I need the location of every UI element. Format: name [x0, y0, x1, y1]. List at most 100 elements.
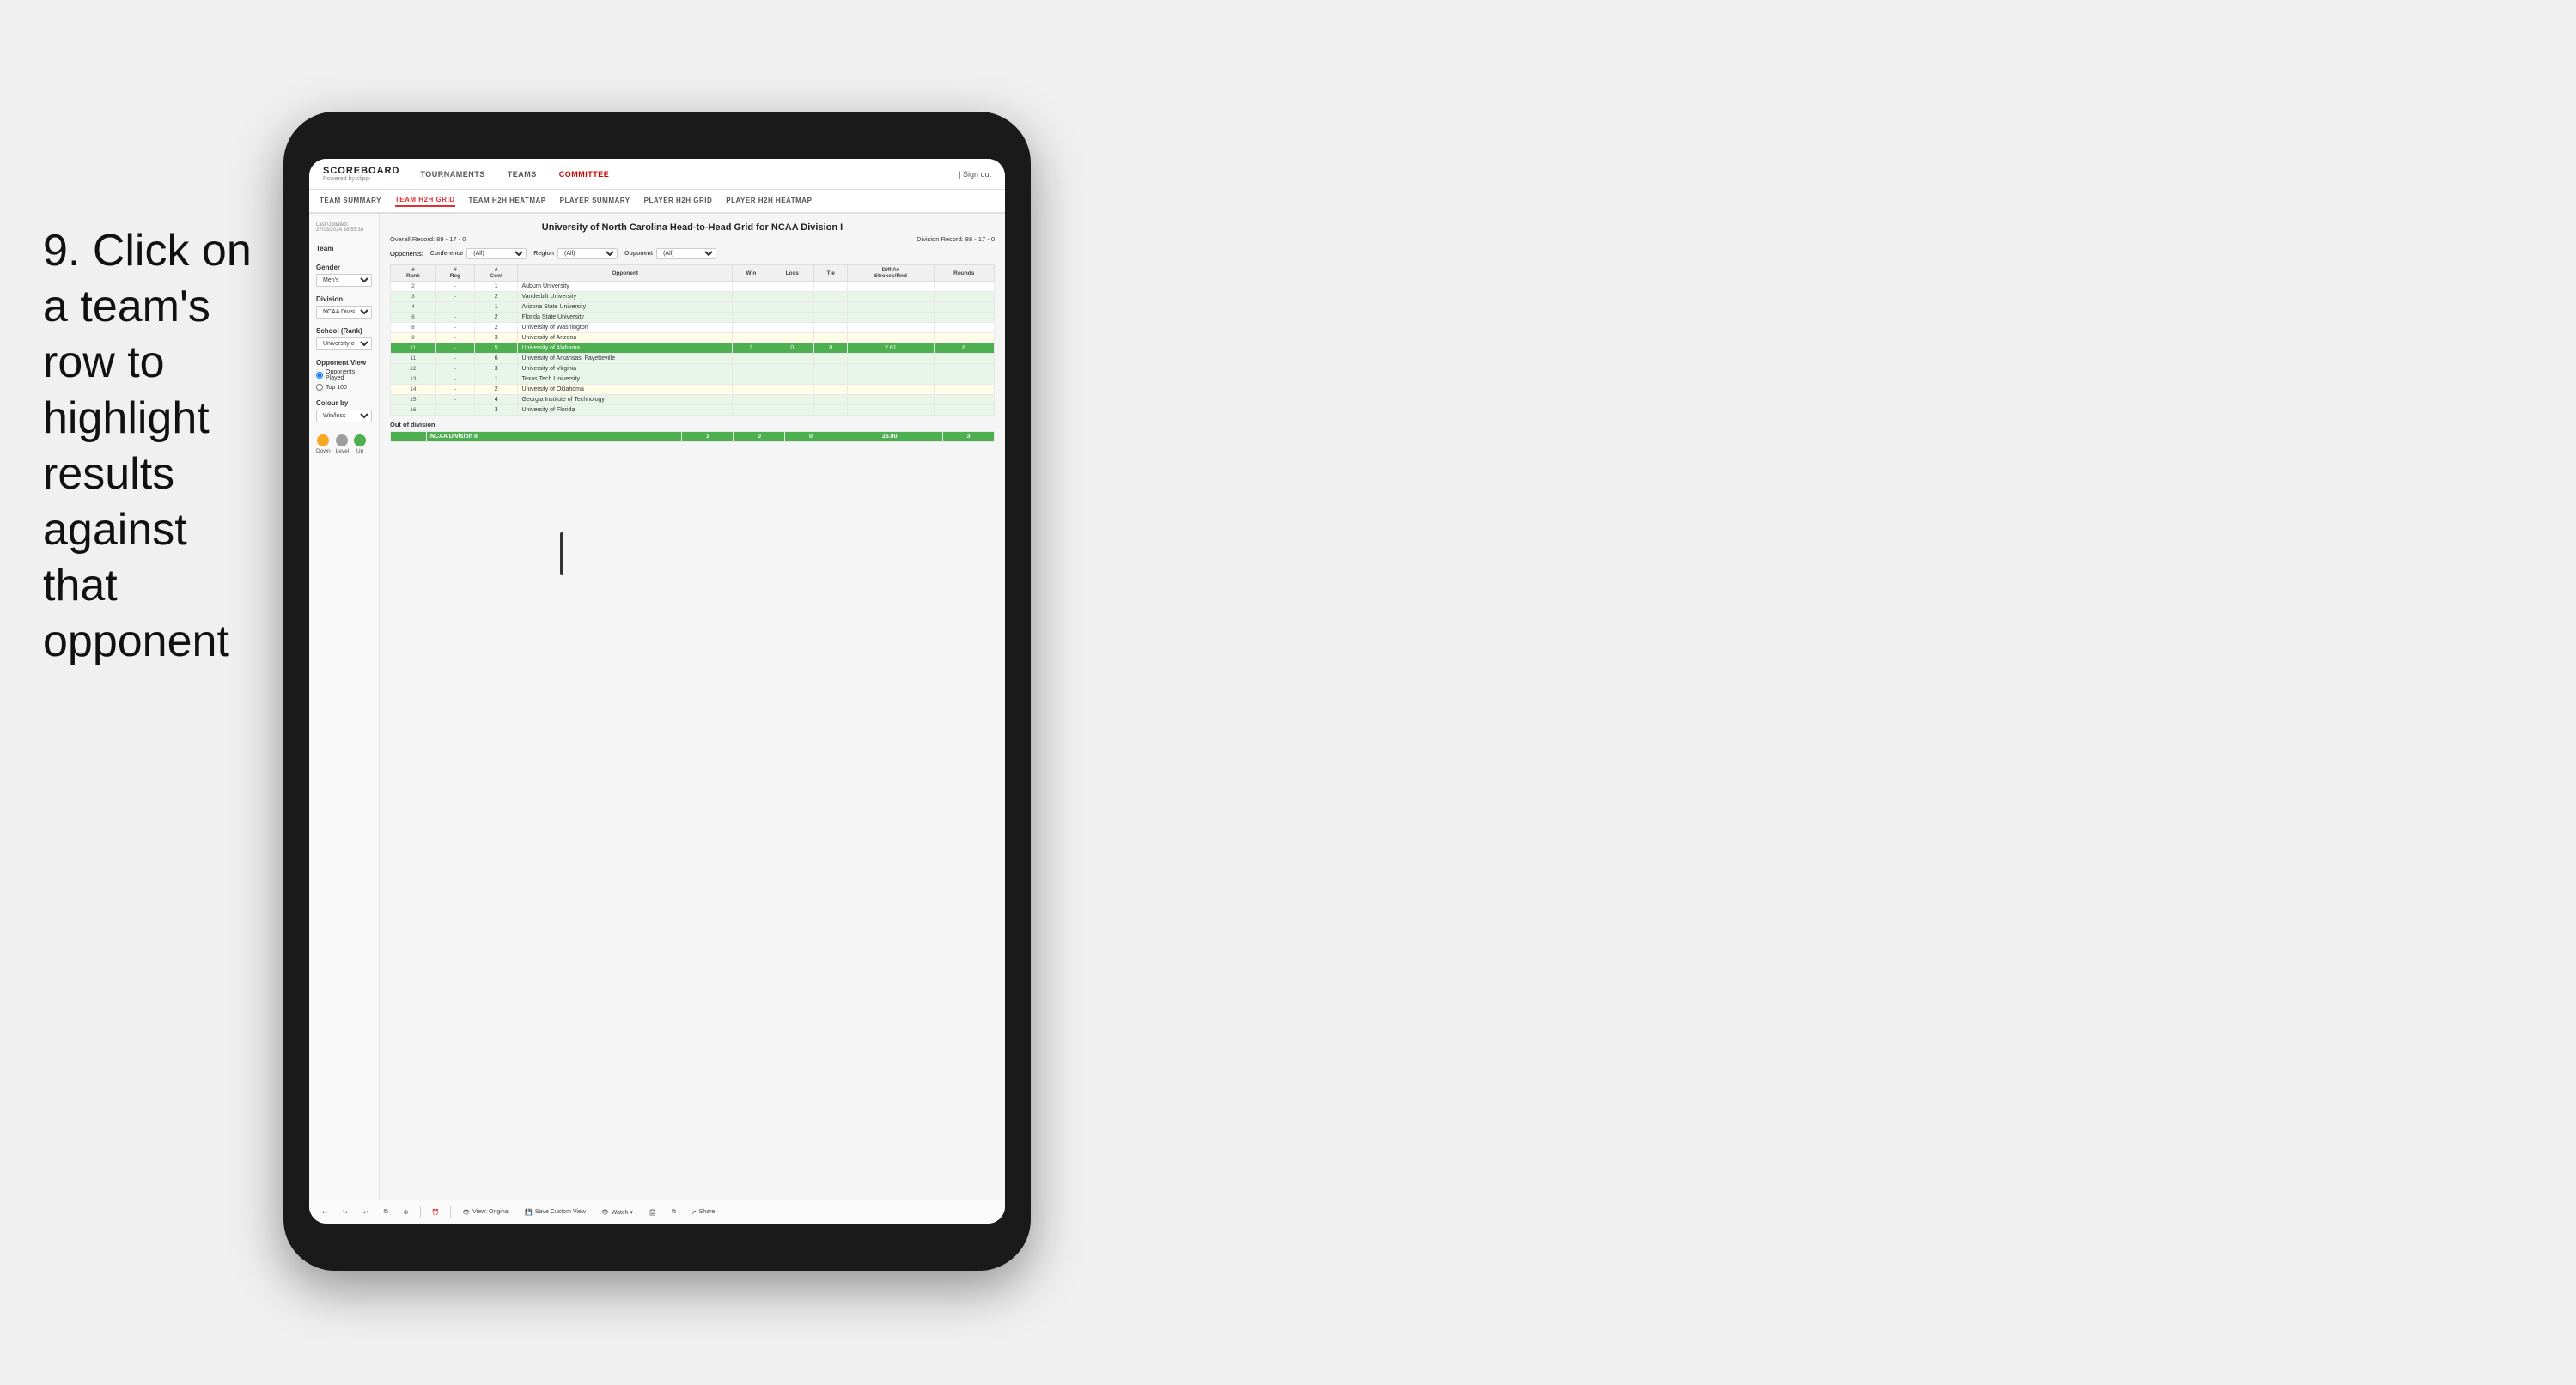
watch-btn[interactable]: 👁 Watch ▾ [597, 1207, 637, 1218]
opponent-select[interactable]: (All) [656, 248, 716, 259]
toolbar-sep1 [420, 1206, 421, 1218]
table-header-row: #Rank #Reg #Conf Opponent Win Loss Tie D… [391, 265, 995, 282]
out-div-label-cell [391, 432, 427, 442]
tab-player-h2h-grid[interactable]: PLAYER H2H GRID [644, 197, 713, 206]
paste-btn[interactable]: ⊕ [399, 1207, 413, 1218]
nav-committee[interactable]: COMMITTEE [556, 170, 613, 179]
col-win: Win [732, 265, 770, 282]
tab-team-h2h-heatmap[interactable]: TEAM H2H HEATMAP [469, 197, 546, 206]
save-custom-view-btn[interactable]: 💾 Save Custom View [521, 1207, 590, 1218]
copy2-btn[interactable]: ⧉ [667, 1207, 680, 1218]
col-tie: Tie [814, 265, 848, 282]
table-row[interactable]: 16-3University of Florida [391, 405, 995, 416]
logo-title: SCOREBOARD [323, 166, 399, 176]
last-updated: Last Updated: 27/03/2024 16:55:38 [316, 222, 372, 233]
legend-up: Up [354, 434, 366, 454]
tab-team-h2h-grid[interactable]: TEAM H2H GRID [395, 196, 455, 207]
main-content: Last Updated: 27/03/2024 16:55:38 Team G… [309, 214, 1005, 1200]
radio-opponents-played[interactable]: Opponents Played [316, 369, 372, 381]
table-row[interactable]: 6-2Florida State University [391, 313, 995, 323]
table-row[interactable]: 8-2University of Washington [391, 323, 995, 333]
out-div-loss: 0 [734, 432, 785, 442]
clock-btn[interactable]: ⏰ [428, 1207, 444, 1218]
col-reg: #Reg [435, 265, 474, 282]
col-conf: #Conf [474, 265, 518, 282]
legend-down-icon [317, 434, 329, 446]
col-rounds: Rounds [934, 265, 995, 282]
out-div-tie: 0 [785, 432, 837, 442]
school-label: School (Rank) [316, 327, 372, 335]
legend-level-icon [336, 434, 348, 446]
app-logo: SCOREBOARD Powered by clippi [323, 166, 399, 182]
panel-title: University of North Carolina Head-to-Hea… [390, 222, 995, 233]
legend-up-icon [354, 434, 366, 446]
table-row[interactable]: 13-1Texas Tech University [391, 374, 995, 385]
tab-player-summary[interactable]: PLAYER SUMMARY [560, 197, 630, 206]
division-select[interactable]: NCAA Division I [316, 306, 372, 319]
school-select[interactable]: University of Nort... [316, 337, 372, 350]
conference-filter: Conference (All) [430, 248, 527, 259]
conference-select[interactable]: (All) [466, 248, 527, 259]
table-row[interactable]: 14-2University of Oklahoma [391, 385, 995, 395]
share-btn[interactable]: ↗ Share [687, 1207, 720, 1218]
out-div-diff: 26.00 [837, 432, 942, 442]
region-filter: Region (All) [533, 248, 618, 259]
tablet-screen: SCOREBOARD Powered by clippi TOURNAMENTS… [309, 159, 1005, 1224]
tab-team-summary[interactable]: TEAM SUMMARY [320, 197, 381, 206]
nav-tournaments[interactable]: TOURNAMENTS [417, 170, 488, 179]
back-btn[interactable]: ↩ [359, 1207, 373, 1218]
col-diff: Diff AvStrokes/Rnd [848, 265, 934, 282]
nav-bar: SCOREBOARD Powered by clippi TOURNAMENTS… [309, 159, 1005, 190]
filter-row: Opponents: Conference (All) Region (All) [390, 248, 995, 259]
region-select[interactable]: (All) [557, 248, 618, 259]
table-row[interactable]: 2-1Auburn University [391, 282, 995, 292]
out-division-table: NCAA Division II 1 0 0 26.00 3 [390, 431, 995, 442]
overall-record: Overall Record: 89 - 17 - 0 [390, 235, 466, 243]
colour-by-select[interactable]: Win/loss [316, 410, 372, 422]
table-row[interactable]: 11-5University of Alabama3002.618 [391, 343, 995, 354]
logo-sub: Powered by clippi [323, 176, 399, 182]
table-row[interactable]: 3-2Vanderbilt University [391, 292, 995, 302]
opponent-view-group: Opponents Played Top 100 [316, 369, 372, 391]
table-row[interactable]: 4-1Arizona State University [391, 302, 995, 313]
col-loss: Loss [770, 265, 814, 282]
col-rank: #Rank [391, 265, 436, 282]
table-row[interactable]: 9-3University of Arizona [391, 333, 995, 343]
colour-by-label: Colour by [316, 399, 372, 407]
division-label: Division [316, 295, 372, 303]
opponents-label: Opponents: [390, 250, 423, 258]
nav-teams[interactable]: TEAMS [504, 170, 540, 179]
opponent-filter: Opponent (All) [624, 248, 716, 259]
sign-out[interactable]: | Sign out [959, 170, 991, 179]
division-record: Division Record: 88 - 17 - 0 [917, 235, 995, 243]
sidebar: Last Updated: 27/03/2024 16:55:38 Team G… [309, 214, 380, 1200]
table-row[interactable]: 15-4Georgia Institute of Technology [391, 395, 995, 405]
redo-btn[interactable]: ↪ [338, 1207, 352, 1218]
radio-top100[interactable]: Top 100 [316, 384, 372, 391]
table-row[interactable]: 11-6University of Arkansas, Fayetteville [391, 354, 995, 364]
out-div-win: 1 [682, 432, 734, 442]
toolbar-sep2 [450, 1206, 451, 1218]
toolbar: ↩ ↪ ↩ ⧉ ⊕ ⏰ 👁 View: Original 💾 Save Cust… [309, 1200, 1005, 1224]
out-division-row[interactable]: NCAA Division II 1 0 0 26.00 3 [391, 432, 995, 442]
out-div-name-cell: NCAA Division II [426, 432, 682, 442]
legend: Down Level Up [316, 434, 372, 454]
gender-select[interactable]: Men's [316, 274, 372, 287]
tab-player-h2h-heatmap[interactable]: PLAYER H2H HEATMAP [726, 197, 812, 206]
legend-down: Down [316, 434, 331, 454]
gender-label: Gender [316, 264, 372, 271]
undo-btn[interactable]: ↩ [318, 1207, 332, 1218]
h2h-table: #Rank #Reg #Conf Opponent Win Loss Tie D… [390, 264, 995, 416]
team-label: Team [316, 245, 372, 252]
tablet-side-button [560, 532, 563, 575]
data-panel: University of North Carolina Head-to-Hea… [380, 214, 1005, 1200]
nav-links: TOURNAMENTS TEAMS COMMITTEE [417, 170, 959, 179]
print-btn[interactable]: 🖨 [644, 1207, 661, 1218]
table-row[interactable]: 12-3University of Virginia [391, 364, 995, 374]
view-original-btn[interactable]: 👁 View: Original [458, 1207, 514, 1218]
out-of-division-label: Out of division [390, 421, 995, 428]
sub-nav: TEAM SUMMARY TEAM H2H GRID TEAM H2H HEAT… [309, 190, 1005, 214]
panel-records: Overall Record: 89 - 17 - 0 Division Rec… [390, 235, 995, 243]
copy-btn[interactable]: ⧉ [380, 1207, 393, 1218]
opponent-view-label: Opponent View [316, 359, 372, 367]
